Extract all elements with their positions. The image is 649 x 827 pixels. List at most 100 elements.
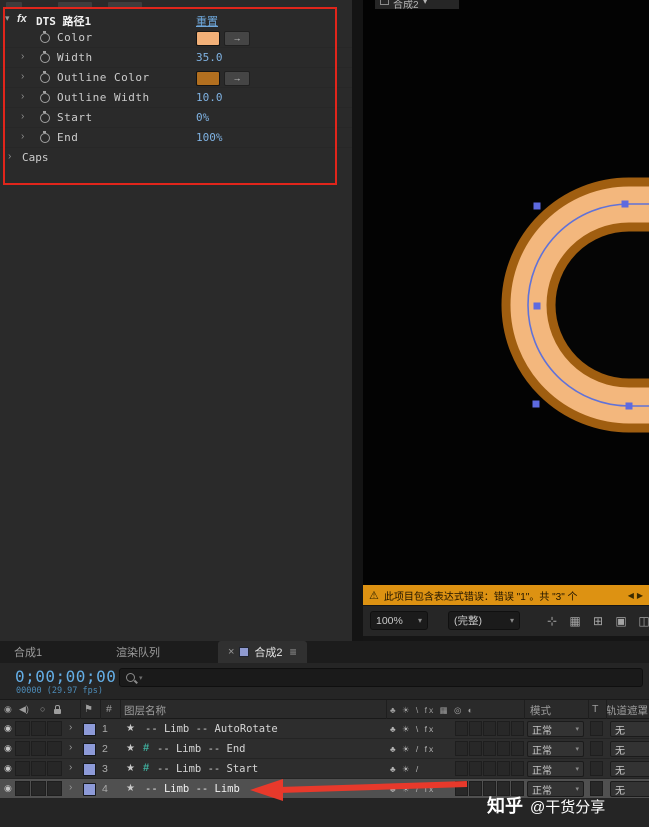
eyedropper-icon[interactable]: → [224, 31, 250, 46]
layer-expand-chevron[interactable]: › [69, 782, 72, 793]
stopwatch-icon[interactable] [40, 111, 50, 123]
preserve-transparency-cell[interactable] [590, 741, 603, 756]
reset-link[interactable]: 重置 [196, 13, 218, 29]
chevron-right-icon[interactable]: › [21, 111, 24, 122]
tab-comp1[interactable]: 合成1 [4, 641, 52, 663]
eyedropper-icon[interactable]: → [224, 71, 250, 86]
stopwatch-icon[interactable] [40, 31, 50, 43]
layer-expand-chevron[interactable]: › [69, 762, 72, 773]
track-matte-select[interactable]: 无 ▾ [610, 741, 649, 757]
guides-icon[interactable]: ▣ [612, 612, 630, 630]
chevron-right-icon[interactable]: › [21, 131, 24, 142]
snapshot-icon[interactable]: ⊹ [543, 612, 561, 630]
audio-cell[interactable] [15, 781, 30, 796]
resolution-select[interactable]: (完整) ▾ [448, 611, 520, 630]
layer-name[interactable]: -- Limb -- Start [157, 763, 258, 775]
switch-cell[interactable] [483, 721, 496, 736]
stopwatch-icon[interactable] [40, 131, 50, 143]
layer-switches[interactable]: ♣ ☀ / [390, 764, 420, 775]
switch-cell[interactable] [497, 761, 510, 776]
switch-cell[interactable] [469, 741, 482, 756]
audio-cell[interactable] [15, 741, 30, 756]
lock-cell[interactable] [47, 781, 62, 796]
switch-cell[interactable] [455, 721, 468, 736]
switch-cell[interactable] [483, 761, 496, 776]
preserve-transparency-cell[interactable] [590, 721, 603, 736]
switch-cell[interactable] [455, 761, 468, 776]
switch-cell[interactable] [497, 721, 510, 736]
switch-cell[interactable] [483, 741, 496, 756]
fill-color-swatch[interactable] [196, 31, 220, 46]
layer-switches[interactable]: ♣ ☀ \ fx [390, 724, 435, 735]
close-icon[interactable]: × [228, 646, 234, 658]
preserve-transparency-cell[interactable] [590, 761, 603, 776]
layer-row[interactable]: ◉ › 3 ★ # -- Limb -- Start ♣ ☀ / 正常 ▾ 无 … [0, 759, 649, 779]
lock-cell[interactable] [47, 741, 62, 756]
path-vertex-handle[interactable] [621, 200, 629, 208]
switch-cell[interactable] [455, 781, 468, 796]
tab-render-queue[interactable]: 渲染队列 [106, 641, 170, 663]
audio-cell[interactable] [15, 721, 30, 736]
switch-cell[interactable] [511, 721, 524, 736]
outline-color-swatch[interactable] [196, 71, 220, 86]
path-vertex-handle[interactable] [533, 202, 541, 210]
channels-icon[interactable]: ◫ [635, 612, 649, 630]
layer-name[interactable]: -- Limb -- AutoRotate [145, 723, 278, 735]
layer-row[interactable]: ◉ › 1 ★ -- Limb -- AutoRotate ♣ ☀ \ fx 正… [0, 719, 649, 739]
blend-mode-select[interactable]: 正常 ▾ [527, 741, 584, 757]
next-error-icon[interactable]: ▶ [637, 591, 643, 600]
layer-name[interactable]: -- Limb -- Limb [145, 783, 240, 795]
chevron-right-icon[interactable]: › [21, 71, 24, 82]
solo-cell[interactable] [31, 781, 46, 796]
layer-label-swatch[interactable] [83, 743, 96, 756]
layer-switches[interactable]: ♣ ☀ / fx [390, 784, 435, 795]
solo-cell[interactable] [31, 721, 46, 736]
layer-label-swatch[interactable] [83, 723, 96, 736]
current-time-display[interactable]: 0;00;00;00 [15, 667, 116, 686]
switch-cell[interactable] [469, 781, 482, 796]
layer-label-swatch[interactable] [83, 783, 96, 796]
search-input[interactable] [146, 670, 636, 685]
layer-visibility-toggle[interactable]: ◉ [4, 723, 12, 734]
blend-mode-select[interactable]: 正常 ▾ [527, 721, 584, 737]
layer-visibility-toggle[interactable]: ◉ [4, 783, 12, 794]
track-matte-select[interactable]: 无 ▾ [610, 781, 649, 797]
switch-cell[interactable] [497, 741, 510, 756]
layer-switches[interactable]: ♣ ☀ / fx [390, 744, 435, 755]
stopwatch-icon[interactable] [40, 91, 50, 103]
layer-visibility-toggle[interactable]: ◉ [4, 763, 12, 774]
layer-row[interactable]: ◉ › 2 ★ # -- Limb -- End ♣ ☀ / fx 正常 ▾ 无 [0, 739, 649, 759]
track-matte-select[interactable]: 无 ▾ [610, 721, 649, 737]
property-value[interactable]: 10.0 [196, 91, 223, 104]
switch-cell[interactable] [511, 761, 524, 776]
layer-expand-chevron[interactable]: › [69, 722, 72, 733]
stopwatch-icon[interactable] [40, 71, 50, 83]
property-value[interactable]: 35.0 [196, 51, 223, 64]
stopwatch-icon[interactable] [40, 51, 50, 63]
layer-visibility-toggle[interactable]: ◉ [4, 743, 12, 754]
switch-cell[interactable] [511, 741, 524, 756]
roi-icon[interactable]: ⊞ [589, 612, 607, 630]
path-vertex-handle[interactable] [533, 302, 541, 310]
switch-cell[interactable] [469, 761, 482, 776]
zoom-select[interactable]: 100% ▾ [370, 611, 428, 630]
path-vertex-handle[interactable] [625, 402, 633, 410]
switch-cell[interactable] [455, 741, 468, 756]
property-value[interactable]: 0% [196, 111, 209, 124]
solo-cell[interactable] [31, 761, 46, 776]
blend-mode-select[interactable]: 正常 ▾ [527, 761, 584, 777]
panel-menu-icon[interactable]: ≡ [290, 645, 297, 659]
layer-name[interactable]: -- Limb -- End [157, 743, 246, 755]
layer-expand-chevron[interactable]: › [69, 742, 72, 753]
tab-comp2[interactable]: × 合成2 ≡ [218, 641, 307, 663]
chevron-right-icon[interactable]: › [8, 151, 11, 162]
prev-error-icon[interactable]: ◀ [628, 591, 634, 600]
chevron-right-icon[interactable]: › [21, 91, 24, 102]
transparency-grid-icon[interactable]: ▦ [566, 612, 584, 630]
track-matte-select[interactable]: 无 ▾ [610, 761, 649, 777]
layer-label-swatch[interactable] [83, 763, 96, 776]
switch-cell[interactable] [469, 721, 482, 736]
chevron-down-icon[interactable]: ▾ [5, 13, 10, 24]
property-value[interactable]: 100% [196, 131, 223, 144]
solo-cell[interactable] [31, 741, 46, 756]
